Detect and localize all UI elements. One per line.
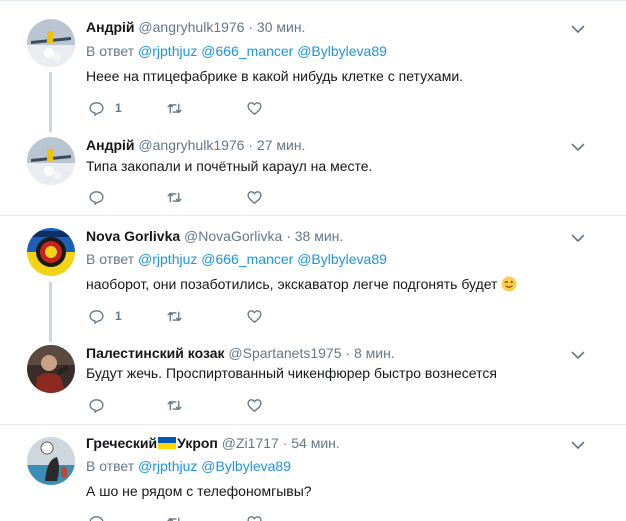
mention-link[interactable]: @Bylbyleva89 bbox=[201, 458, 291, 474]
retweet-button[interactable] bbox=[166, 307, 183, 325]
avatar[interactable] bbox=[27, 19, 75, 67]
chevron-down-icon[interactable] bbox=[570, 21, 586, 37]
like-button[interactable] bbox=[246, 307, 263, 325]
display-name[interactable]: Греческий Укроп bbox=[86, 435, 218, 451]
username[interactable]: @Zi1717 bbox=[222, 435, 279, 451]
retweet-icon bbox=[167, 400, 182, 410]
display-name[interactable]: Nova Gorlivka bbox=[86, 228, 180, 244]
mention-link[interactable]: @666_mancer bbox=[201, 251, 293, 267]
mention-link[interactable]: @Bylbyleva89 bbox=[297, 251, 387, 267]
reply-context: В ответ @rjpthjuz @666_mancer @Bylbyleva… bbox=[86, 41, 387, 61]
mention-link[interactable]: @rjpthjuz bbox=[138, 251, 197, 267]
tweet-5[interactable]: Греческий Укроп @Zi1717 · 54 мин. В ответ… bbox=[0, 425, 626, 521]
mention-link[interactable]: @Bylbyleva89 bbox=[297, 43, 387, 59]
display-name[interactable]: Андрій bbox=[86, 137, 135, 153]
like-button[interactable] bbox=[246, 513, 263, 521]
tweet-header: Андрій @angryhulk1976 · 30 мин. bbox=[86, 17, 305, 37]
chevron-down-icon[interactable] bbox=[570, 139, 586, 155]
username[interactable]: @Spartanets1975 bbox=[228, 345, 341, 361]
like-button[interactable] bbox=[246, 188, 263, 206]
separator-dot: · bbox=[282, 435, 288, 451]
reply-button[interactable] bbox=[88, 188, 105, 206]
tweet-1[interactable]: Андрій @angryhulk1976 · 30 мин. В ответ … bbox=[0, 0, 626, 132]
tweet-actions bbox=[88, 396, 348, 416]
like-button[interactable] bbox=[246, 396, 263, 414]
reply-prefix: В ответ bbox=[86, 251, 135, 267]
timestamp[interactable]: 30 мин. bbox=[257, 19, 306, 35]
tweet-header: Андрій @angryhulk1976 · 27 мин. bbox=[86, 135, 305, 155]
avatar[interactable] bbox=[27, 137, 75, 185]
avatar[interactable] bbox=[27, 228, 75, 276]
reply-icon bbox=[89, 398, 104, 413]
tweet-text-content: наоборот, они позаботились, экскаватор л… bbox=[86, 276, 498, 292]
mention-link[interactable]: @666_mancer bbox=[201, 43, 293, 59]
username[interactable]: @angryhulk1976 bbox=[138, 19, 244, 35]
tweet-actions bbox=[88, 513, 348, 521]
display-name[interactable]: Андрій bbox=[86, 19, 135, 35]
tweet-header: Nova Gorlivka @NovaGorlivka · 38 мин. bbox=[86, 226, 343, 246]
tweet-actions bbox=[88, 188, 348, 208]
separator-dot: · bbox=[345, 345, 351, 361]
tweet-header: Палестинский козак @Spartanets1975 · 8 м… bbox=[86, 343, 395, 363]
avatar[interactable] bbox=[27, 437, 75, 485]
reply-prefix: В ответ bbox=[86, 43, 135, 59]
separator-dot: · bbox=[248, 137, 254, 153]
chevron-down-icon[interactable] bbox=[570, 437, 586, 453]
tweet-header: Греческий Укроп @Zi1717 · 54 мин. bbox=[86, 433, 340, 453]
chevron-down-icon[interactable] bbox=[570, 347, 586, 363]
retweet-button[interactable] bbox=[166, 513, 183, 521]
heart-icon bbox=[247, 309, 262, 323]
username[interactable]: @NovaGorlivka bbox=[184, 228, 282, 244]
tweet-text: Типа закопали и почётный караул на месте… bbox=[86, 158, 373, 174]
tweet-text: Будут жечь. Проспиртованный чикенфюрер б… bbox=[86, 365, 497, 381]
reply-icon bbox=[89, 309, 104, 324]
tweet-3[interactable]: Nova Gorlivka @NovaGorlivka · 38 мин. В … bbox=[0, 216, 626, 342]
retweet-button[interactable] bbox=[166, 396, 183, 414]
heart-icon bbox=[247, 515, 262, 521]
avatar[interactable] bbox=[27, 345, 75, 393]
heart-icon bbox=[247, 398, 262, 412]
retweet-icon bbox=[167, 311, 182, 321]
timestamp[interactable]: 27 мин. bbox=[257, 137, 306, 153]
heart-icon bbox=[247, 190, 262, 204]
tweet-2[interactable]: Андрій @angryhulk1976 · 27 мин. Типа зак… bbox=[0, 112, 626, 215]
mention-link[interactable]: @rjpthjuz bbox=[138, 458, 197, 474]
tweet-4[interactable]: Палестинский козак @Spartanets1975 · 8 м… bbox=[0, 328, 626, 424]
reply-count: 1 bbox=[115, 309, 122, 323]
tweet-text: Неее на птицефабрике в какой нибудь клет… bbox=[86, 68, 464, 84]
tweet-text: наоборот, они позаботились, экскаватор л… bbox=[86, 274, 517, 294]
reply-button[interactable] bbox=[88, 513, 105, 521]
reply-icon bbox=[89, 190, 104, 205]
reply-context: В ответ @rjpthjuz @Bylbyleva89 bbox=[86, 456, 291, 476]
retweet-button[interactable] bbox=[166, 188, 183, 206]
reply-prefix: В ответ bbox=[86, 458, 135, 474]
mention-link[interactable]: @rjpthjuz bbox=[138, 43, 197, 59]
reply-button[interactable]: 1 bbox=[88, 307, 122, 325]
timestamp[interactable]: 38 мин. bbox=[295, 228, 344, 244]
tweet-actions: 1 bbox=[88, 307, 348, 327]
tweet-text: А шо не рядом с телефономгывы? bbox=[86, 483, 312, 499]
reply-button[interactable] bbox=[88, 396, 105, 414]
winking-face-emoji bbox=[501, 276, 517, 292]
retweet-icon bbox=[167, 517, 180, 521]
ukraine-flag-emoji bbox=[158, 437, 177, 449]
retweet-icon bbox=[167, 192, 182, 202]
display-name[interactable]: Палестинский козак bbox=[86, 345, 225, 361]
separator-dot: · bbox=[286, 228, 291, 244]
reply-context: В ответ @rjpthjuz @666_mancer @Bylbyleva… bbox=[86, 249, 387, 269]
display-name-part: Греческий bbox=[86, 435, 158, 451]
chevron-down-icon[interactable] bbox=[570, 230, 586, 246]
reply-icon bbox=[89, 515, 104, 521]
timestamp[interactable]: 8 мин. bbox=[354, 345, 395, 361]
display-name-part: Укроп bbox=[177, 435, 218, 451]
username[interactable]: @angryhulk1976 bbox=[138, 137, 244, 153]
timestamp[interactable]: 54 мин. bbox=[291, 435, 340, 451]
separator-dot: · bbox=[248, 19, 254, 35]
